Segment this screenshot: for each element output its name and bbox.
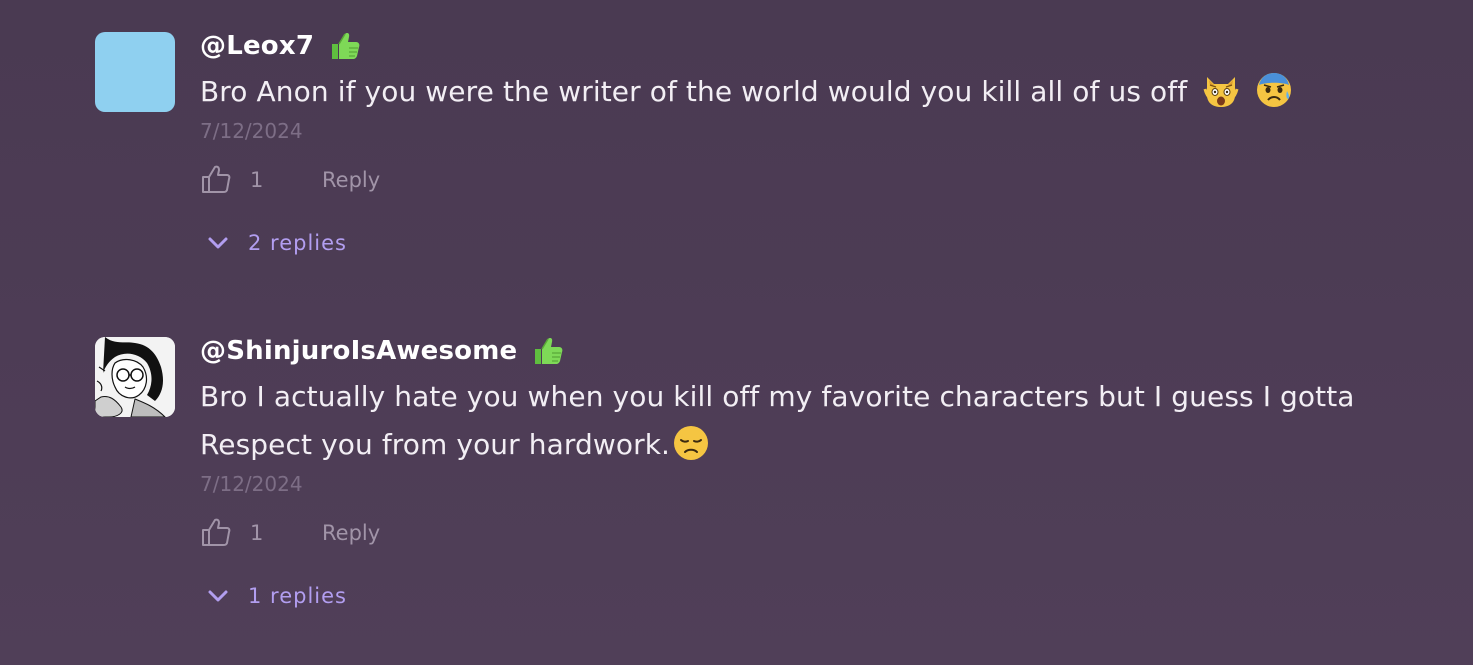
thumbs-up-icon[interactable] xyxy=(200,517,232,549)
comment-body-line-1: Bro I actually hate you when you kill of… xyxy=(200,380,1355,413)
anxious-face-with-sweat-icon xyxy=(1257,73,1292,107)
replies-count-label: 1 replies xyxy=(248,584,347,608)
reply-button[interactable]: Reply xyxy=(322,521,380,545)
chevron-down-icon xyxy=(208,237,228,249)
comment-date: 7/12/2024 xyxy=(200,119,303,143)
disappointed-face-icon xyxy=(674,426,709,460)
thumbs-up-badge-icon xyxy=(535,338,563,364)
reply-button[interactable]: Reply xyxy=(322,168,380,192)
thumbs-up-icon[interactable] xyxy=(200,164,232,196)
comment-content: @ShinjuroIsAwesome Bro I actually hate y… xyxy=(200,333,1400,611)
thumbs-up-badge-icon xyxy=(332,33,360,59)
comment-text: Bro I actually hate you when you kill of… xyxy=(200,373,1400,469)
comment-body-line-2-wrapper: Respect you from your hardwork. xyxy=(200,421,1400,469)
avatar[interactable] xyxy=(95,337,175,417)
replies-toggle[interactable]: 1 replies xyxy=(200,581,1400,611)
comment-text: Bro Anon if you were the writer of the w… xyxy=(200,68,1400,116)
weary-cat-face-icon xyxy=(1203,77,1239,107)
username[interactable]: @Leox7 xyxy=(200,31,314,61)
comment-content: @Leox7 Bro Anon if you were the writer o… xyxy=(200,28,1400,258)
comment-header: @Leox7 xyxy=(200,28,1400,64)
comment-body-line-2: Respect you from your hardwork. xyxy=(200,428,671,461)
like-count: 1 xyxy=(250,168,264,192)
comment-date: 7/12/2024 xyxy=(200,472,303,496)
replies-count-label: 2 replies xyxy=(248,231,347,255)
chevron-down-icon xyxy=(208,590,228,602)
username[interactable]: @ShinjuroIsAwesome xyxy=(200,336,517,366)
manga-character-avatar-icon xyxy=(95,337,175,417)
avatar[interactable] xyxy=(95,32,175,112)
comment-actions: 1 Reply xyxy=(200,162,1400,198)
like-count: 1 xyxy=(250,521,264,545)
comment-body: Bro Anon if you were the writer of the w… xyxy=(200,75,1188,108)
comment-header: @ShinjuroIsAwesome xyxy=(200,333,1400,369)
replies-toggle[interactable]: 2 replies xyxy=(200,228,1400,258)
comment-actions: 1 Reply xyxy=(200,515,1400,551)
